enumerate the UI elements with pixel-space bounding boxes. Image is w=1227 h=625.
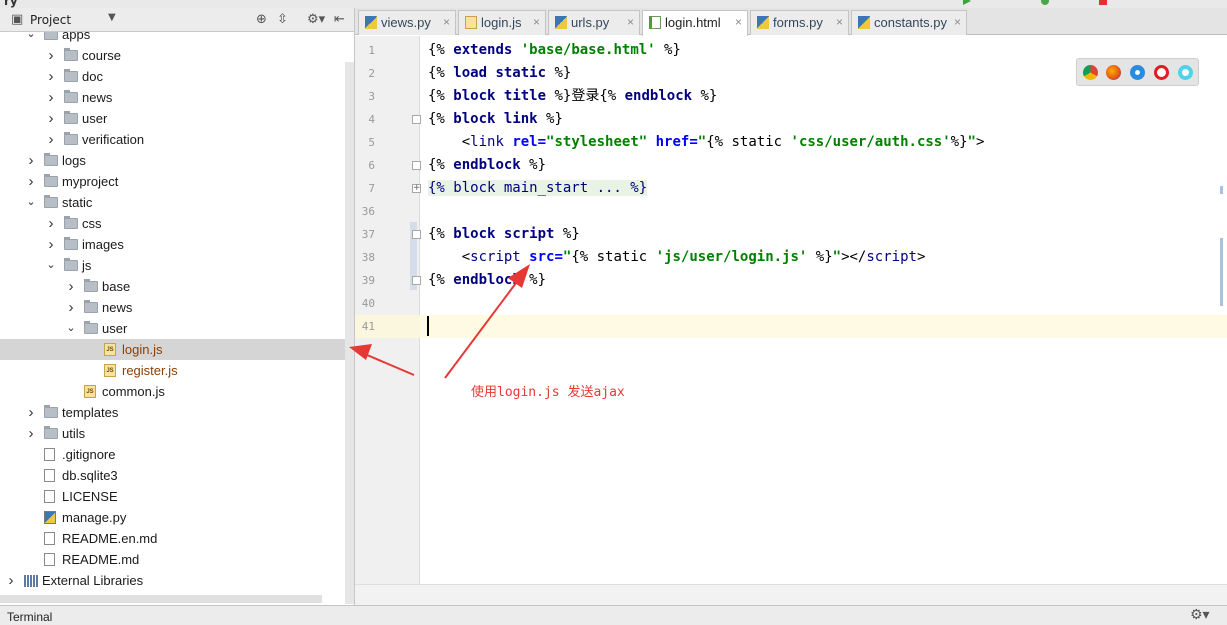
annotation-arrow-to-script [444, 264, 530, 379]
annotation-arrows [349, 264, 530, 379]
status-bar: Terminal ⚙▾ [0, 605, 1227, 625]
terminal-tab[interactable]: Terminal [7, 610, 52, 624]
annotation-arrow-to-file [349, 344, 415, 376]
annotation-label: 使用login.js 发送ajax [471, 385, 625, 400]
gear-icon[interactable]: ⚙▾ [1190, 607, 1210, 623]
